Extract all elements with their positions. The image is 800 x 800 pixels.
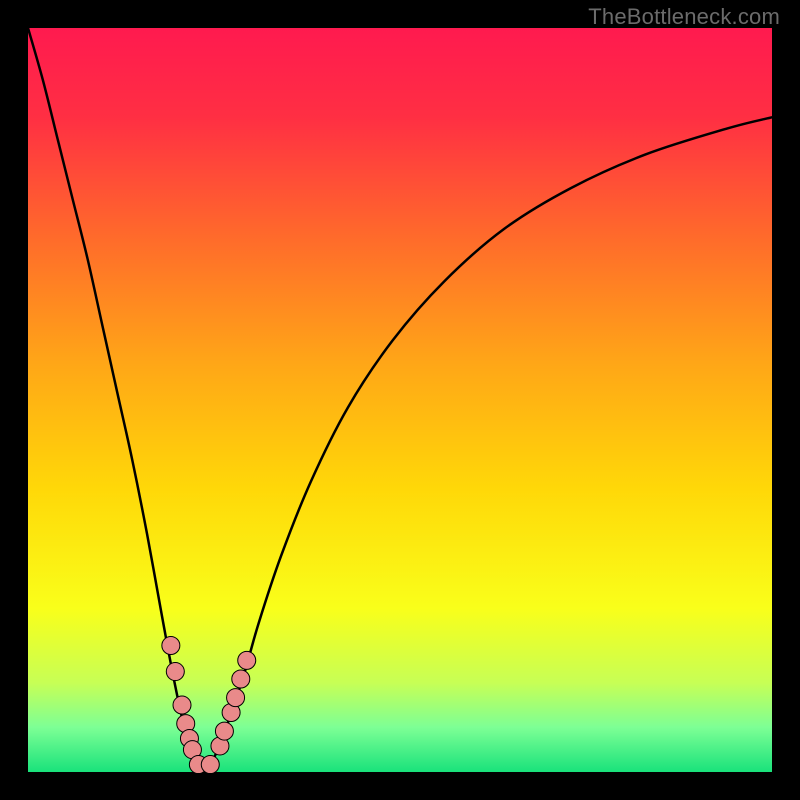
data-marker xyxy=(238,651,256,669)
plot-background xyxy=(28,28,772,772)
data-marker xyxy=(215,722,233,740)
data-marker xyxy=(232,670,250,688)
data-marker xyxy=(173,696,191,714)
attribution-watermark: TheBottleneck.com xyxy=(588,4,780,30)
bottleneck-chart xyxy=(0,0,800,800)
data-marker xyxy=(166,663,184,681)
chart-container: TheBottleneck.com xyxy=(0,0,800,800)
data-marker xyxy=(227,689,245,707)
data-marker xyxy=(201,756,219,774)
data-marker xyxy=(162,637,180,655)
